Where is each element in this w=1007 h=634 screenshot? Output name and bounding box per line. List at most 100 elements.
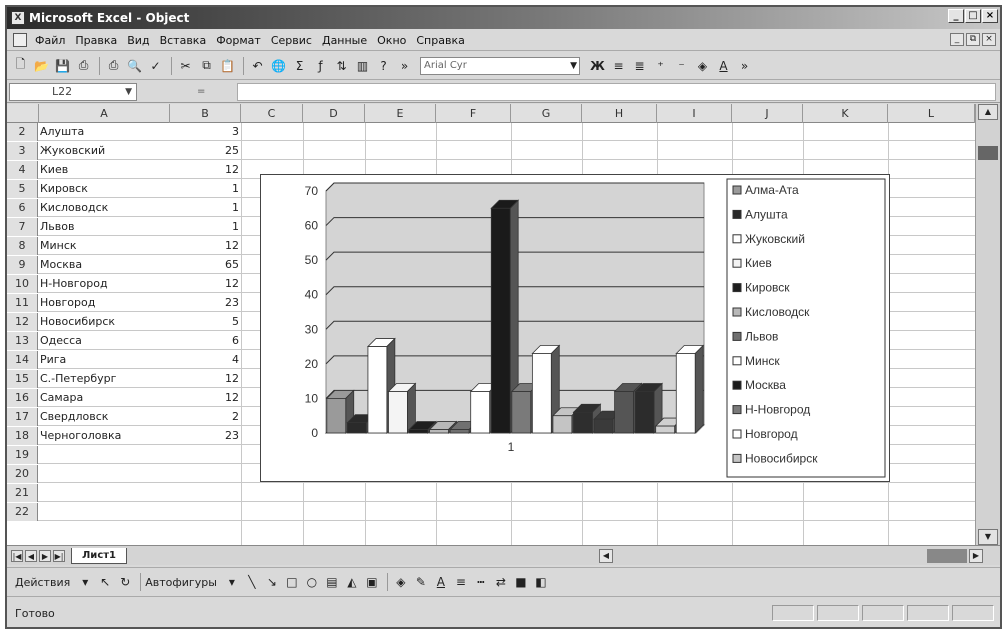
arrow-icon[interactable]: ↘ [263, 573, 281, 591]
font-color-icon[interactable]: A [432, 573, 450, 591]
menu-view[interactable]: Вид [127, 34, 149, 47]
cell-value[interactable]: 3 [170, 123, 239, 141]
rotate-icon[interactable]: ↻ [116, 573, 134, 591]
row-header[interactable]: 10 [7, 275, 38, 293]
column-header-d[interactable]: D [303, 104, 365, 123]
hyperlink-icon[interactable]: 🌐 [269, 56, 288, 75]
row-header[interactable]: 20 [7, 465, 38, 483]
cell-value[interactable]: 1 [170, 218, 239, 236]
close-button[interactable]: × [982, 9, 998, 23]
spelling-icon[interactable]: ✓ [146, 56, 165, 75]
cell-value[interactable]: 12 [170, 237, 239, 255]
row-header[interactable]: 16 [7, 389, 38, 407]
cell-value[interactable]: 12 [170, 389, 239, 407]
column-header-b[interactable]: B [170, 104, 241, 123]
column-header-j[interactable]: J [732, 104, 803, 123]
cell-city[interactable]: Н-Новгород [40, 275, 108, 293]
row-header[interactable]: 2 [7, 123, 38, 141]
minimize-button[interactable]: _ [948, 9, 964, 23]
column-header-h[interactable]: H [582, 104, 657, 123]
shadow-icon[interactable]: ■ [512, 573, 530, 591]
scroll-up-icon[interactable]: ▲ [978, 104, 998, 120]
select-objects-icon[interactable]: ↖ [96, 573, 114, 591]
cell-city[interactable]: Рига [40, 351, 66, 369]
row-header[interactable]: 17 [7, 408, 38, 426]
cell-value[interactable]: 12 [170, 161, 239, 179]
column-header-g[interactable]: G [511, 104, 582, 123]
menu-data[interactable]: Данные [322, 34, 367, 47]
bold-icon[interactable]: Ж [588, 56, 607, 75]
autoshapes-menu[interactable]: Автофигуры [145, 576, 217, 589]
first-sheet-icon[interactable]: |◀ [11, 549, 23, 562]
column-header-a[interactable]: A [39, 104, 170, 123]
worksheet-grid[interactable]: A B C D E F G H I J K L 2 Алушта 3 3 Жуковск… [7, 104, 975, 545]
scroll-down-icon[interactable]: ▼ [978, 529, 998, 545]
last-sheet-icon[interactable]: ▶| [53, 549, 65, 562]
formula-equals-button[interactable]: = [197, 86, 205, 97]
save-icon[interactable]: 💾 [53, 56, 72, 75]
cell-city[interactable]: Минск [40, 237, 77, 255]
line-style-icon[interactable]: ≡ [452, 573, 470, 591]
cell-value[interactable]: 5 [170, 313, 239, 331]
toolbar-more-icon-2[interactable]: » [735, 56, 754, 75]
font-name-select[interactable]: Arial Cyr ▼ [420, 56, 580, 75]
chart-wizard-icon[interactable]: ▥ [353, 56, 372, 75]
menu-help[interactable]: Справка [416, 34, 464, 47]
align-center-icon[interactable]: ≡ [609, 56, 628, 75]
cell-value[interactable]: 1 [170, 180, 239, 198]
cell-city[interactable]: С.-Петербург [40, 370, 116, 388]
select-all-corner[interactable] [7, 104, 39, 123]
print-icon[interactable]: ⎙ [104, 56, 123, 75]
fill-color-icon[interactable]: ◈ [693, 56, 712, 75]
row-header[interactable]: 9 [7, 256, 38, 274]
oval-icon[interactable]: ○ [303, 573, 321, 591]
maximize-button[interactable]: □ [965, 9, 981, 23]
cell-city[interactable]: Кисловодск [40, 199, 108, 217]
row-header[interactable]: 13 [7, 332, 38, 350]
row-header[interactable]: 15 [7, 370, 38, 388]
row-header[interactable]: 11 [7, 294, 38, 312]
wordart-icon[interactable]: ◭ [343, 573, 361, 591]
decrease-decimal-icon[interactable]: ⁻ [672, 56, 691, 75]
row-header[interactable]: 8 [7, 237, 38, 255]
scroll-right-icon[interactable]: ▶ [969, 549, 983, 563]
cell-city[interactable]: Самара [40, 389, 83, 407]
sort-ascending-icon[interactable]: ⇅ [332, 56, 351, 75]
horizontal-scroll-thumb[interactable] [927, 549, 967, 563]
cell-value[interactable]: 1 [170, 199, 239, 217]
name-box[interactable]: L22 ▼ [9, 82, 137, 101]
workbook-minimize-button[interactable]: _ [950, 33, 964, 46]
copy-icon[interactable]: ⧉ [197, 56, 216, 75]
cell-city[interactable]: Львов [40, 218, 74, 236]
column-header-l[interactable]: L [888, 104, 975, 123]
menu-tools[interactable]: Сервис [271, 34, 312, 47]
merge-center-icon[interactable]: ≣ [630, 56, 649, 75]
row-header[interactable]: 14 [7, 351, 38, 369]
workbook-icon[interactable] [13, 33, 27, 47]
menu-insert[interactable]: Вставка [160, 34, 207, 47]
vertical-scrollbar[interactable]: ▲ ▼ [975, 104, 1000, 545]
cell-value[interactable]: 12 [170, 370, 239, 388]
cell-city[interactable]: Новосибирск [40, 313, 115, 331]
cell-city[interactable]: Черноголовка [40, 427, 121, 445]
toolbar-more-icon[interactable]: » [395, 56, 414, 75]
row-header[interactable]: 22 [7, 503, 38, 521]
cut-icon[interactable]: ✂ [176, 56, 195, 75]
scroll-thumb[interactable] [978, 146, 998, 160]
print-preview-icon[interactable]: 🔍 [125, 56, 144, 75]
cell-value[interactable]: 65 [170, 256, 239, 274]
arrow-style-icon[interactable]: ⇄ [492, 573, 510, 591]
cell-value[interactable]: 6 [170, 332, 239, 350]
cell-value[interactable]: 23 [170, 427, 239, 445]
cell-city[interactable]: Свердловск [40, 408, 108, 426]
row-header[interactable]: 6 [7, 199, 38, 217]
column-header-e[interactable]: E [365, 104, 436, 123]
row-header[interactable]: 7 [7, 218, 38, 236]
new-icon[interactable]: 🗋 [11, 56, 30, 75]
formula-input[interactable] [237, 83, 996, 101]
column-header-c[interactable]: C [241, 104, 303, 123]
row-header[interactable]: 21 [7, 484, 38, 502]
increase-decimal-icon[interactable]: ⁺ [651, 56, 670, 75]
rectangle-icon[interactable]: □ [283, 573, 301, 591]
actions-menu[interactable]: Действия [15, 576, 70, 589]
